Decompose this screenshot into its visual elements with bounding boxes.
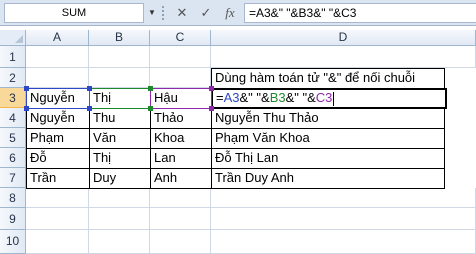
cell-c6[interactable]: Lan: [150, 148, 212, 169]
cell-b9[interactable]: [89, 208, 150, 230]
ref-handle-a3-tr[interactable]: [87, 86, 92, 91]
cell-d6[interactable]: Đỗ Thị Lan: [211, 148, 445, 169]
ref-handle-a3-br[interactable]: [87, 106, 92, 111]
formula-eq: =: [216, 90, 224, 105]
cell-d9[interactable]: [211, 208, 476, 230]
insert-function-icon[interactable]: fx: [220, 3, 240, 23]
row-header-3[interactable]: 3: [0, 88, 26, 108]
cell-a6[interactable]: Đỗ: [26, 148, 90, 169]
cell-d8[interactable]: [211, 188, 476, 208]
column-header-c[interactable]: C: [150, 30, 211, 46]
cell-b1[interactable]: [89, 46, 150, 68]
ref-highlight-b3: [89, 88, 151, 109]
name-box[interactable]: SUM: [4, 3, 144, 23]
formula-concat-1: &" "&: [239, 90, 270, 105]
row-header-8[interactable]: 8: [0, 188, 26, 208]
formula-ref-c3: C3: [315, 90, 333, 105]
row-header-7[interactable]: 7: [0, 168, 26, 188]
cell-d4[interactable]: Nguyễn Thu Thảo: [211, 108, 445, 129]
cell-b5[interactable]: Văn: [89, 128, 151, 149]
cell-c7[interactable]: Anh: [150, 168, 212, 189]
enter-icon[interactable]: ✓: [196, 3, 216, 23]
row-header-10[interactable]: 10: [0, 230, 26, 254]
cell-d5[interactable]: Phạm Văn Khoa: [211, 128, 445, 149]
text-cursor: [333, 91, 335, 106]
row-header-1[interactable]: 1: [0, 46, 26, 68]
row-header-5[interactable]: 5: [0, 128, 26, 148]
cell-b7[interactable]: Duy: [89, 168, 151, 189]
grip-separator[interactable]: [162, 6, 165, 20]
cell-a1[interactable]: [26, 46, 89, 68]
ref-highlight-a3: [26, 88, 90, 109]
formula-concat-2: &" "&: [285, 90, 316, 105]
formula-input[interactable]: =A3&" "&B3&" "&C3: [244, 3, 476, 23]
cell-a10[interactable]: [26, 230, 89, 254]
cell-a2[interactable]: [26, 68, 89, 88]
formula-ref-b3: B3: [269, 90, 286, 105]
cell-d10[interactable]: [211, 230, 476, 254]
cell-c9[interactable]: [150, 208, 211, 230]
column-header-d[interactable]: D: [211, 30, 476, 46]
cell-c10[interactable]: [150, 230, 211, 254]
column-header-b[interactable]: B: [89, 30, 150, 46]
row-header-4[interactable]: 4: [0, 108, 26, 128]
ref-handle-b3-br[interactable]: [148, 106, 153, 111]
ref-handle-a3-tl[interactable]: [24, 86, 29, 91]
formula-bar: SUM ▼ ✕ ✓ fx =A3&" "&B3&" "&C3: [0, 0, 476, 26]
cell-b6[interactable]: Thị: [89, 148, 151, 169]
cell-a5[interactable]: Phạm: [26, 128, 90, 149]
cell-c1[interactable]: [150, 46, 211, 68]
cell-a4[interactable]: Nguyễn: [26, 108, 90, 129]
select-all-corner[interactable]: [0, 30, 26, 46]
formula-ref-a3: A3: [223, 90, 240, 105]
cell-d7[interactable]: Trần Duy Anh: [211, 168, 445, 189]
cell-d3-editing[interactable]: =A3&" "&B3&" "&C3: [211, 88, 447, 109]
chevron-down-icon[interactable]: ▼: [146, 3, 158, 23]
column-header-a[interactable]: A: [26, 30, 89, 46]
cell-d2[interactable]: Dùng hàm toán tử "&" để nối chuỗi: [211, 68, 445, 89]
cancel-icon[interactable]: ✕: [172, 3, 192, 23]
ref-handle-c3-tr[interactable]: [209, 86, 214, 91]
cell-b4[interactable]: Thu: [89, 108, 151, 129]
corner-triangle-icon: [15, 35, 23, 43]
cell-c2[interactable]: [150, 68, 211, 88]
ref-handle-b3-tr[interactable]: [148, 86, 153, 91]
cell-a8[interactable]: [26, 188, 89, 208]
cell-b8[interactable]: [89, 188, 150, 208]
row-header-9[interactable]: 9: [0, 208, 26, 230]
cell-a7[interactable]: Trần: [26, 168, 90, 189]
row-header-2[interactable]: 2: [0, 68, 26, 88]
row-header-6[interactable]: 6: [0, 148, 26, 168]
ref-handle-a3-bl[interactable]: [24, 106, 29, 111]
cell-b2[interactable]: [89, 68, 150, 88]
cell-d1[interactable]: [211, 46, 476, 68]
ref-handle-c3-br[interactable]: [209, 106, 214, 111]
cell-c5[interactable]: Khoa: [150, 128, 212, 149]
cell-c8[interactable]: [150, 188, 211, 208]
cell-a9[interactable]: [26, 208, 89, 230]
cell-b10[interactable]: [89, 230, 150, 254]
cell-c4[interactable]: Thảo: [150, 108, 212, 129]
ref-highlight-c3: [150, 88, 212, 109]
